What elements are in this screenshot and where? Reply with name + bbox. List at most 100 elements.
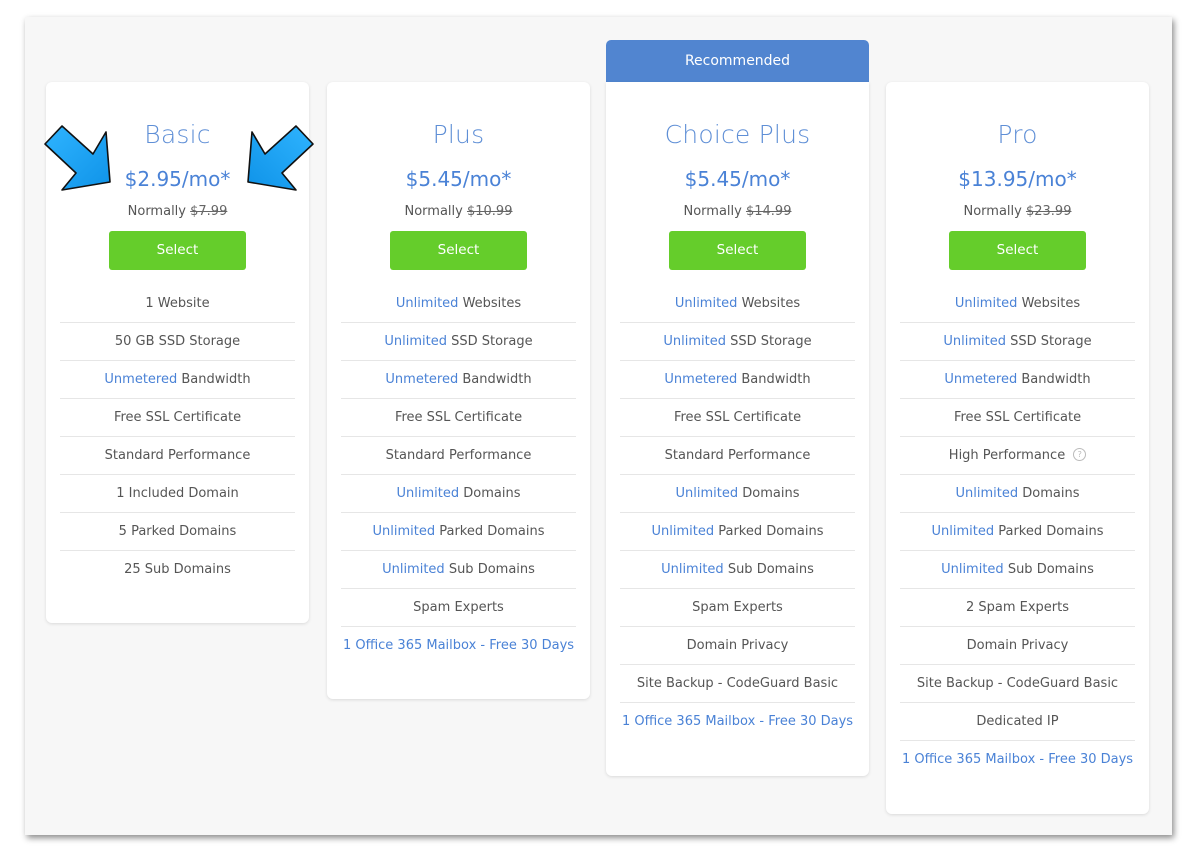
feature-link[interactable]: 1 Office 365 Mailbox - Free 30 Days bbox=[343, 638, 574, 653]
feature-highlight: Unlimited bbox=[931, 524, 995, 539]
feature-item: Free SSL Certificate bbox=[341, 399, 576, 437]
feature-item: Unlimited Parked Domains bbox=[620, 513, 855, 551]
feature-highlight: Unlimited bbox=[675, 486, 739, 501]
feature-item: 1 Included Domain bbox=[60, 475, 295, 513]
feature-text: Bandwidth bbox=[1017, 372, 1091, 387]
feature-text: Websites bbox=[737, 296, 801, 311]
select-plus-button[interactable]: Select bbox=[390, 231, 527, 270]
feature-item: Free SSL Certificate bbox=[900, 399, 1135, 437]
normally-label: Normally bbox=[683, 204, 742, 219]
normal-price-line: Normally $7.99 bbox=[46, 203, 309, 221]
feature-item: Unlimited Sub Domains bbox=[341, 551, 576, 589]
feature-highlight: Unlimited bbox=[943, 334, 1006, 349]
feature-item: Standard Performance bbox=[60, 437, 295, 475]
feature-item: Standard Performance bbox=[620, 437, 855, 475]
feature-text: Dedicated IP bbox=[976, 714, 1059, 729]
feature-highlight: Unlimited bbox=[955, 486, 1019, 501]
normally-label: Normally bbox=[404, 204, 463, 219]
feature-item: 5 Parked Domains bbox=[60, 513, 295, 551]
feature-list: 1 Website 50 GB SSD Storage Unmetered Band… bbox=[60, 285, 295, 588]
feature-item: 25 Sub Domains bbox=[60, 551, 295, 588]
feature-item: 1 Website bbox=[60, 285, 295, 323]
feature-item: Unlimited Websites bbox=[900, 285, 1135, 323]
feature-list: Unlimited Websites Unlimited SSD Storage U… bbox=[341, 285, 576, 664]
feature-text: Site Backup - CodeGuard Basic bbox=[916, 676, 1119, 691]
feature-text: SSD Storage bbox=[446, 334, 533, 349]
feature-item[interactable]: 1 Office 365 Mailbox - Free 30 Days bbox=[900, 741, 1135, 778]
feature-item: Unlimited Domains bbox=[341, 475, 576, 513]
plan-card-plus: Plus $5.45/mo* Normally $10.99 Select Un… bbox=[327, 82, 590, 699]
feature-list: Unlimited Websites Unlimited SSD Storage U… bbox=[620, 285, 855, 740]
plan-name: Pro bbox=[997, 120, 1038, 149]
normal-price: $14.99 bbox=[745, 204, 792, 219]
feature-link[interactable]: 1 Office 365 Mailbox - Free 30 Days bbox=[622, 714, 853, 729]
feature-list: Unlimited Websites Unlimited SSD Storage U… bbox=[900, 285, 1135, 778]
feature-text: Websites bbox=[1017, 296, 1081, 311]
feature-highlight: Unmetered bbox=[385, 372, 459, 387]
feature-item: Unlimited SSD Storage bbox=[900, 323, 1135, 361]
normally-label: Normally bbox=[963, 204, 1022, 219]
feature-item: Standard Performance bbox=[341, 437, 576, 475]
feature-item: Site Backup - CodeGuard Basic bbox=[900, 665, 1135, 703]
feature-item[interactable]: 1 Office 365 Mailbox - Free 30 Days bbox=[341, 627, 576, 664]
feature-text: Domains bbox=[738, 486, 800, 501]
plan-price: $5.45/mo* bbox=[405, 167, 512, 191]
plan-name: Plus bbox=[432, 120, 485, 149]
feature-text: Sub Domains bbox=[1003, 562, 1094, 577]
feature-text: Parked Domains bbox=[435, 524, 545, 539]
normal-price: $7.99 bbox=[190, 204, 228, 219]
feature-text: Free SSL Certificate bbox=[953, 410, 1082, 425]
feature-item: High Performance? bbox=[900, 437, 1135, 475]
feature-item: Domain Privacy bbox=[620, 627, 855, 665]
feature-text: Standard Performance bbox=[664, 448, 811, 463]
feature-text: SSD Storage bbox=[725, 334, 812, 349]
feature-highlight: Unlimited bbox=[384, 334, 447, 349]
feature-text: Sub Domains bbox=[444, 562, 535, 577]
feature-highlight: Unmetered bbox=[944, 372, 1018, 387]
feature-link[interactable]: 1 Office 365 Mailbox - Free 30 Days bbox=[902, 752, 1133, 767]
select-choice-plus-button[interactable]: Select bbox=[669, 231, 806, 270]
feature-item: Dedicated IP bbox=[900, 703, 1135, 741]
feature-highlight: Unlimited bbox=[372, 524, 436, 539]
feature-item: Unlimited Websites bbox=[341, 285, 576, 323]
feature-text: 1 Website bbox=[145, 296, 210, 311]
feature-text: Parked Domains bbox=[714, 524, 824, 539]
feature-item: Free SSL Certificate bbox=[620, 399, 855, 437]
select-pro-button[interactable]: Select bbox=[949, 231, 1086, 270]
feature-item: Unmetered Bandwidth bbox=[341, 361, 576, 399]
feature-item: Unlimited Parked Domains bbox=[341, 513, 576, 551]
feature-text: Spam Experts bbox=[413, 600, 504, 615]
feature-text: Free SSL Certificate bbox=[673, 410, 802, 425]
feature-item: Unlimited Sub Domains bbox=[900, 551, 1135, 589]
help-icon[interactable]: ? bbox=[1073, 448, 1087, 461]
plan-name: Choice Plus bbox=[664, 120, 811, 149]
feature-text: Domain Privacy bbox=[686, 638, 789, 653]
feature-item: Unmetered Bandwidth bbox=[900, 361, 1135, 399]
feature-item: Spam Experts bbox=[341, 589, 576, 627]
arrow-down-left-icon bbox=[247, 125, 314, 191]
arrow-down-right-icon bbox=[44, 125, 111, 191]
feature-highlight: Unlimited bbox=[954, 296, 1018, 311]
normal-price-line: Normally $10.99 bbox=[327, 203, 590, 221]
feature-text: High Performance bbox=[948, 448, 1066, 463]
feature-item: Spam Experts bbox=[620, 589, 855, 627]
normally-label: Normally bbox=[127, 204, 186, 219]
feature-highlight: Unlimited bbox=[661, 562, 724, 577]
feature-text: 2 Spam Experts bbox=[965, 600, 1070, 615]
plan-card-choice-plus: Choice Plus $5.45/mo* Normally $14.99 Se… bbox=[606, 82, 869, 776]
feature-item: Site Backup - CodeGuard Basic bbox=[620, 665, 855, 703]
feature-highlight: Unlimited bbox=[396, 486, 460, 501]
feature-text: Domains bbox=[459, 486, 521, 501]
feature-highlight: Unmetered bbox=[664, 372, 738, 387]
feature-highlight: Unmetered bbox=[104, 372, 178, 387]
feature-item: Unlimited SSD Storage bbox=[620, 323, 855, 361]
feature-text: Parked Domains bbox=[994, 524, 1104, 539]
feature-item[interactable]: 1 Office 365 Mailbox - Free 30 Days bbox=[620, 703, 855, 740]
feature-text: 25 Sub Domains bbox=[124, 562, 231, 577]
feature-text: Bandwidth bbox=[458, 372, 532, 387]
select-basic-button[interactable]: Select bbox=[109, 231, 246, 270]
feature-text: 1 Included Domain bbox=[116, 486, 239, 501]
feature-text: Bandwidth bbox=[737, 372, 811, 387]
feature-highlight: Unlimited bbox=[663, 334, 726, 349]
feature-highlight: Unlimited bbox=[674, 296, 738, 311]
